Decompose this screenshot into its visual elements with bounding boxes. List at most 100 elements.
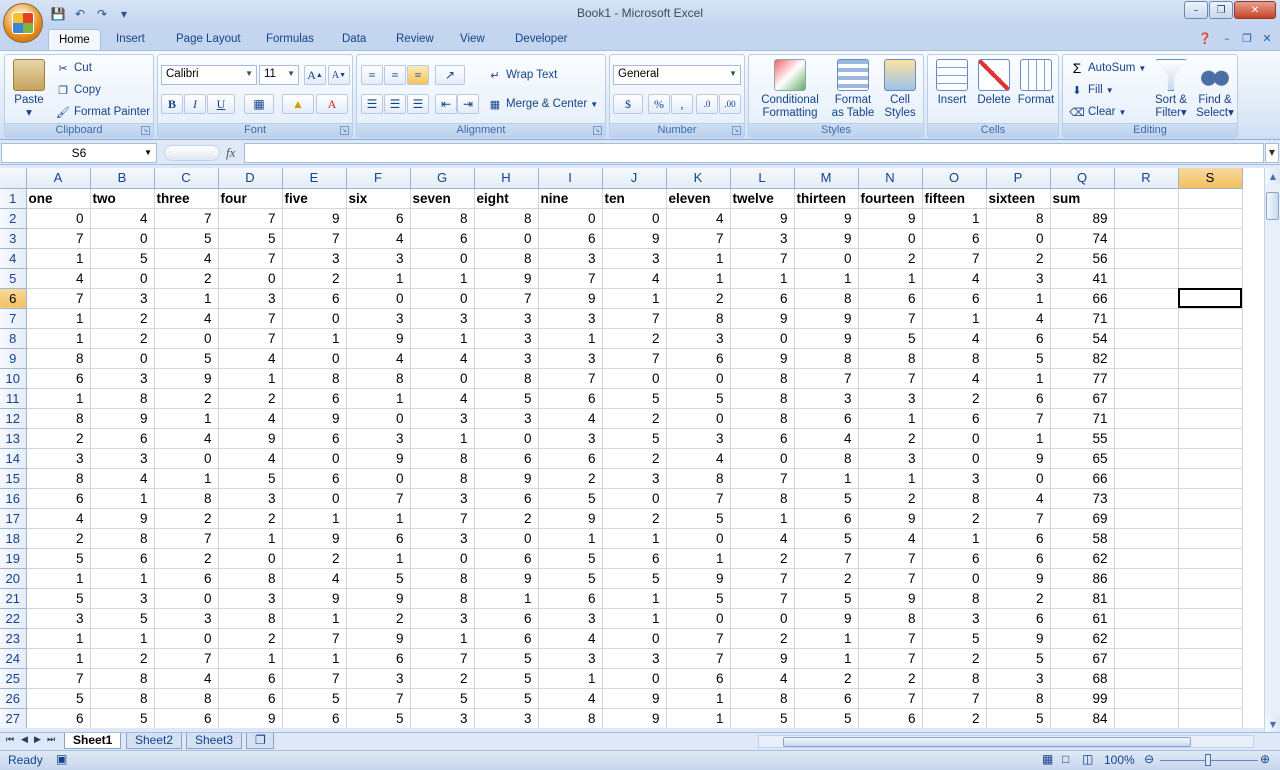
cell-k15[interactable]: 8 bbox=[666, 468, 731, 489]
cell-p14[interactable]: 9 bbox=[986, 448, 1051, 469]
cell-o23[interactable]: 5 bbox=[922, 628, 987, 649]
cell-g20[interactable]: 8 bbox=[410, 568, 475, 589]
cell-n3[interactable]: 0 bbox=[858, 228, 923, 249]
cell-e2[interactable]: 9 bbox=[282, 208, 347, 229]
vertical-scroll-thumb[interactable] bbox=[1266, 192, 1279, 220]
cell-n11[interactable]: 3 bbox=[858, 388, 923, 409]
cell-d19[interactable]: 0 bbox=[218, 548, 283, 569]
cell-p10[interactable]: 1 bbox=[986, 368, 1051, 389]
cell-r4[interactable] bbox=[1114, 248, 1179, 269]
cell-n24[interactable]: 7 bbox=[858, 648, 923, 669]
scroll-up-arrow-icon[interactable]: ▲ bbox=[1265, 168, 1280, 184]
cell-p18[interactable]: 6 bbox=[986, 528, 1051, 549]
cell-c17[interactable]: 2 bbox=[154, 508, 219, 529]
cell-f24[interactable]: 6 bbox=[346, 648, 411, 669]
cell-b21[interactable]: 3 bbox=[90, 588, 155, 609]
cell-s7[interactable] bbox=[1178, 308, 1243, 329]
cell-g19[interactable]: 0 bbox=[410, 548, 475, 569]
cell-s15[interactable] bbox=[1178, 468, 1243, 489]
row-header-4[interactable]: 4 bbox=[0, 248, 27, 269]
cell-s20[interactable] bbox=[1178, 568, 1243, 589]
cell-o7[interactable]: 1 bbox=[922, 308, 987, 329]
cell-p2[interactable]: 8 bbox=[986, 208, 1051, 229]
cell-d27[interactable]: 9 bbox=[218, 708, 283, 728]
cell-i3[interactable]: 6 bbox=[538, 228, 603, 249]
cell-p27[interactable]: 5 bbox=[986, 708, 1051, 728]
cell-m19[interactable]: 7 bbox=[794, 548, 859, 569]
column-header-e[interactable]: E bbox=[282, 168, 347, 189]
cell-n5[interactable]: 1 bbox=[858, 268, 923, 289]
cell-a8[interactable]: 1 bbox=[26, 328, 91, 349]
cell-d9[interactable]: 4 bbox=[218, 348, 283, 369]
find-select-button[interactable]: Find & Select▾ bbox=[1193, 59, 1237, 120]
cell-r26[interactable] bbox=[1114, 688, 1179, 709]
grow-font-button[interactable]: A ▲ bbox=[304, 65, 326, 85]
cell-o26[interactable]: 7 bbox=[922, 688, 987, 709]
cell-f17[interactable]: 1 bbox=[346, 508, 411, 529]
cell-o1[interactable]: fifteen bbox=[922, 188, 987, 209]
cell-j13[interactable]: 5 bbox=[602, 428, 667, 449]
cell-f9[interactable]: 4 bbox=[346, 348, 411, 369]
cell-i23[interactable]: 4 bbox=[538, 628, 603, 649]
cell-o16[interactable]: 8 bbox=[922, 488, 987, 509]
cell-d13[interactable]: 9 bbox=[218, 428, 283, 449]
cell-o8[interactable]: 4 bbox=[922, 328, 987, 349]
help-icon[interactable]: ❓ bbox=[1196, 30, 1214, 46]
last-sheet-icon[interactable]: ⏭ bbox=[47, 735, 55, 745]
cell-n13[interactable]: 2 bbox=[858, 428, 923, 449]
cell-l19[interactable]: 2 bbox=[730, 548, 795, 569]
align-left-button[interactable]: ☰ bbox=[361, 94, 383, 114]
cell-p19[interactable]: 6 bbox=[986, 548, 1051, 569]
cell-d16[interactable]: 3 bbox=[218, 488, 283, 509]
cell-k6[interactable]: 2 bbox=[666, 288, 731, 309]
cell-a10[interactable]: 6 bbox=[26, 368, 91, 389]
cell-g26[interactable]: 5 bbox=[410, 688, 475, 709]
cell-s18[interactable] bbox=[1178, 528, 1243, 549]
cell-r8[interactable] bbox=[1114, 328, 1179, 349]
cell-m10[interactable]: 7 bbox=[794, 368, 859, 389]
decrease-indent-button[interactable]: ⇤ bbox=[435, 94, 457, 114]
tab-page-layout[interactable]: Page Layout bbox=[166, 29, 251, 50]
cell-b26[interactable]: 8 bbox=[90, 688, 155, 709]
workbook-minimize-icon[interactable]: – bbox=[1218, 30, 1236, 46]
cell-e13[interactable]: 6 bbox=[282, 428, 347, 449]
cell-g12[interactable]: 3 bbox=[410, 408, 475, 429]
cell-i26[interactable]: 4 bbox=[538, 688, 603, 709]
cell-j15[interactable]: 3 bbox=[602, 468, 667, 489]
cell-i14[interactable]: 6 bbox=[538, 448, 603, 469]
cell-n4[interactable]: 2 bbox=[858, 248, 923, 269]
cell-q26[interactable]: 99 bbox=[1050, 688, 1115, 709]
row-header-24[interactable]: 24 bbox=[0, 648, 27, 669]
row-header-25[interactable]: 25 bbox=[0, 668, 27, 689]
row-header-17[interactable]: 17 bbox=[0, 508, 27, 529]
cell-c5[interactable]: 2 bbox=[154, 268, 219, 289]
align-center-button[interactable]: ☰ bbox=[384, 94, 406, 114]
cell-o15[interactable]: 3 bbox=[922, 468, 987, 489]
cell-c19[interactable]: 2 bbox=[154, 548, 219, 569]
cell-f26[interactable]: 7 bbox=[346, 688, 411, 709]
cell-d24[interactable]: 1 bbox=[218, 648, 283, 669]
cell-a1[interactable]: one bbox=[26, 188, 91, 209]
cell-l25[interactable]: 4 bbox=[730, 668, 795, 689]
cell-j23[interactable]: 0 bbox=[602, 628, 667, 649]
cell-a14[interactable]: 3 bbox=[26, 448, 91, 469]
formula-input[interactable] bbox=[244, 143, 1264, 163]
cell-b2[interactable]: 4 bbox=[90, 208, 155, 229]
cell-d15[interactable]: 5 bbox=[218, 468, 283, 489]
font-size-combo[interactable]: 11 ▼ bbox=[259, 65, 299, 85]
cell-f10[interactable]: 8 bbox=[346, 368, 411, 389]
cell-n9[interactable]: 8 bbox=[858, 348, 923, 369]
cell-j24[interactable]: 3 bbox=[602, 648, 667, 669]
page-break-view-icon[interactable]: ◫ bbox=[1082, 752, 1093, 766]
cell-k1[interactable]: eleven bbox=[666, 188, 731, 209]
cell-p3[interactable]: 0 bbox=[986, 228, 1051, 249]
cell-e10[interactable]: 8 bbox=[282, 368, 347, 389]
row-header-18[interactable]: 18 bbox=[0, 528, 27, 549]
clipboard-launcher-icon[interactable]: ↘ bbox=[141, 126, 150, 135]
cell-l11[interactable]: 8 bbox=[730, 388, 795, 409]
cell-g17[interactable]: 7 bbox=[410, 508, 475, 529]
cell-g8[interactable]: 1 bbox=[410, 328, 475, 349]
cell-c14[interactable]: 0 bbox=[154, 448, 219, 469]
tab-view[interactable]: View bbox=[450, 29, 495, 50]
cut-button[interactable]: ✂ Cut bbox=[55, 60, 92, 76]
